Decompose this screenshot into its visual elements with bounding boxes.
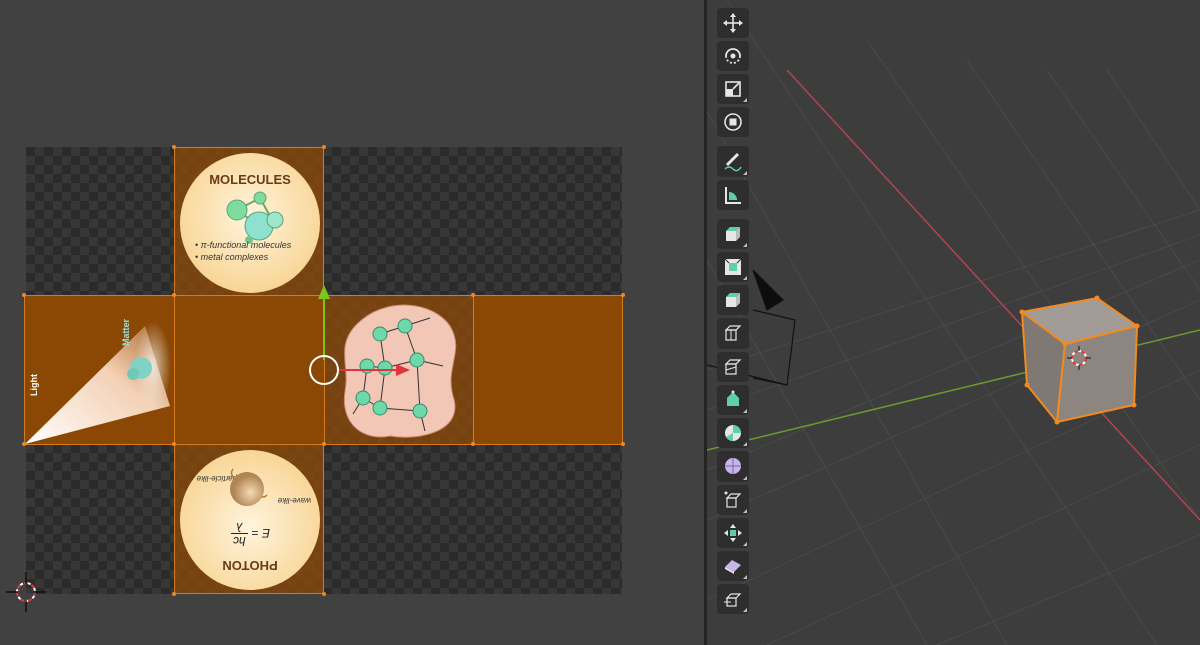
selected-cube-object[interactable] — [1019, 295, 1140, 425]
tool-options-corner-icon — [743, 608, 747, 613]
3d-viewport[interactable] — [707, 0, 1200, 645]
loop-cut-icon — [724, 359, 742, 375]
extrude-icon — [724, 258, 742, 275]
move-arrows-icon — [723, 12, 743, 33]
shear-icon — [725, 560, 741, 575]
edge-slide-icon — [724, 491, 742, 508]
add-cube-tool[interactable] — [717, 218, 749, 249]
gizmo-y-arrow-icon[interactable] — [318, 285, 330, 299]
bevel-tool[interactable] — [717, 318, 749, 349]
shrink-fatten-tool[interactable] — [717, 517, 749, 548]
ruler-icon — [725, 186, 741, 204]
tool-shelf — [713, 6, 753, 616]
bevel-icon — [724, 325, 742, 342]
transform-icon — [724, 113, 742, 132]
tool-options-corner-icon — [743, 242, 747, 247]
spin-tool[interactable] — [717, 418, 749, 449]
gizmo-center-ring[interactable] — [309, 355, 339, 385]
tool-options-corner-icon — [743, 98, 747, 103]
tool-options-corner-icon — [743, 276, 747, 281]
tool-options-corner-icon — [743, 541, 747, 546]
measure-tool[interactable] — [717, 179, 749, 210]
transform-tool[interactable] — [717, 107, 749, 138]
uv-move-gizmo[interactable] — [0, 0, 704, 645]
shrink-fatten-icon — [724, 523, 742, 542]
knife-tool[interactable] — [717, 384, 749, 416]
smooth-tool[interactable] — [717, 451, 749, 482]
inset-icon — [726, 293, 740, 308]
edge-slide-tool[interactable] — [717, 484, 749, 515]
spin-icon — [725, 425, 741, 442]
pencil-icon — [724, 153, 742, 172]
viewport-grid — [707, 0, 1200, 645]
rotate-icon — [725, 47, 741, 64]
rotate-tool[interactable] — [717, 40, 749, 71]
rip-region-tool[interactable] — [717, 584, 749, 615]
tool-options-corner-icon — [743, 170, 747, 175]
scale-icon — [725, 81, 741, 97]
tool-options-corner-icon — [743, 508, 747, 513]
tool-options-corner-icon — [743, 575, 747, 580]
annotate-tool[interactable] — [717, 146, 749, 177]
gizmo-x-arrow-icon[interactable] — [396, 364, 410, 376]
smooth-sphere-icon — [725, 458, 741, 475]
rip-icon — [724, 593, 742, 607]
viewport-x-axis — [786, 69, 1200, 521]
uv-2d-cursor-icon[interactable] — [6, 572, 46, 612]
uv-editor-panel[interactable]: MOLECULES • π-functional molecules • met… — [0, 0, 704, 645]
loop-cut-tool[interactable] — [717, 351, 749, 382]
move-tool[interactable] — [717, 7, 749, 38]
knife-icon — [727, 390, 739, 406]
tool-options-corner-icon — [743, 409, 747, 414]
tool-options-corner-icon — [743, 442, 747, 447]
extrude-region-tool[interactable] — [717, 251, 749, 283]
shear-tool[interactable] — [717, 550, 749, 582]
tool-options-corner-icon — [743, 475, 747, 480]
inset-faces-tool[interactable] — [717, 285, 749, 316]
cube-add-icon — [726, 226, 740, 241]
scale-tool[interactable] — [717, 73, 749, 105]
